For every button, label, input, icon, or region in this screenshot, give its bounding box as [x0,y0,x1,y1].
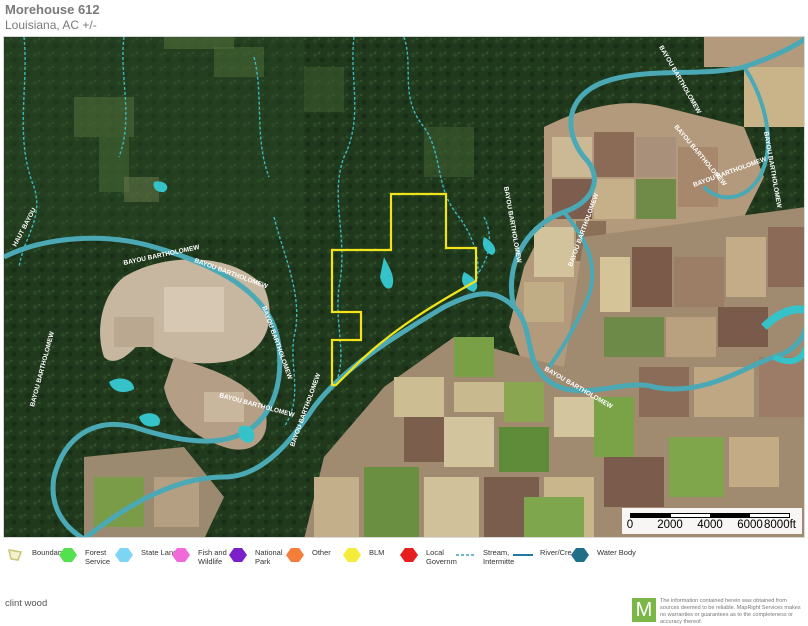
map-legend: Boundary Forest Service State Land Fish … [0,541,808,571]
legend-water-body: Water Body [569,545,641,565]
scale-bar: 0 2000 4000 6000 8000ft [622,508,802,534]
forest-service-icon [59,548,77,562]
other-icon [286,548,304,562]
map-subtitle: Louisiana, AC +/- [5,18,97,32]
blm-icon [343,548,361,562]
map-canvas[interactable]: BAYOU BARTHOLOMEW BAYOU BARTHOLOMEW BAYO… [4,37,805,538]
map-header: Morehouse 612 Louisiana, AC +/- [5,2,100,33]
map-title: Morehouse 612 [5,2,100,17]
mapright-logo: M [632,598,656,622]
owner-name: clint wood [5,598,48,609]
stream-icon [456,554,476,556]
scale-label: 4000 [697,519,723,531]
scale-label: 6000 [737,519,763,531]
river-creek-icon [513,554,533,556]
aerial-map[interactable]: BAYOU BARTHOLOMEW BAYOU BARTHOLOMEW BAYO… [3,36,805,538]
state-land-icon [115,548,133,562]
scale-label: 8000ft [764,519,796,531]
local-government-icon [400,548,418,562]
water-body-icon [571,548,589,562]
fish-wildlife-icon [172,548,190,562]
scale-label: 2000 [657,519,683,531]
disclaimer-text: The information contained herein was obt… [660,598,801,625]
boundary-icon [8,549,23,561]
national-park-icon [229,548,247,562]
scale-label: 0 [626,519,634,531]
